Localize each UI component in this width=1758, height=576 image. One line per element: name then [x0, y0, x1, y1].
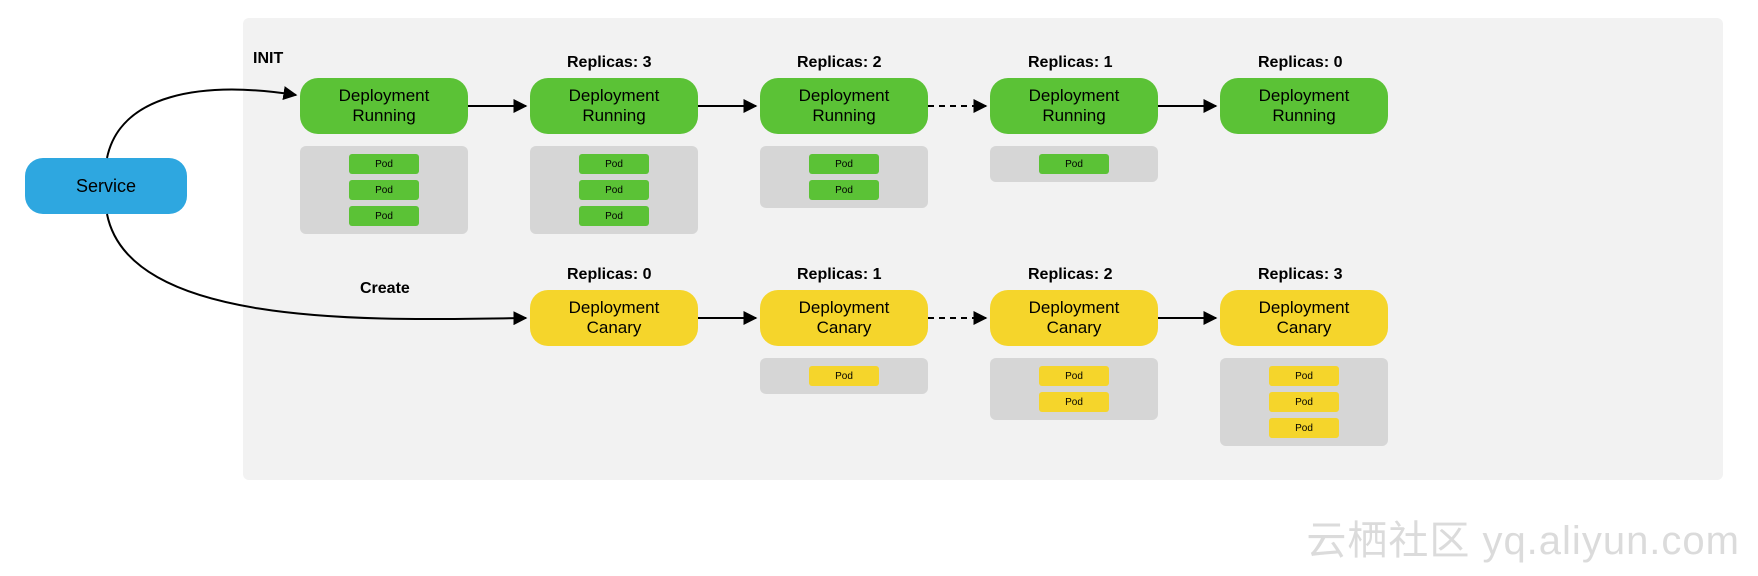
dep-sub: Running — [1042, 106, 1105, 126]
pod: Pod — [349, 206, 419, 226]
dep-title: Deployment — [569, 298, 660, 318]
dep-title: Deployment — [1029, 298, 1120, 318]
pod: Pod — [349, 154, 419, 174]
pod: Pod — [1269, 418, 1339, 438]
pods-canary-2: Pod Pod — [990, 358, 1158, 420]
pod: Pod — [579, 206, 649, 226]
bot-replicas-1: Replicas: 1 — [797, 266, 881, 284]
top-replicas-4: Replicas: 0 — [1258, 54, 1342, 72]
pod: Pod — [1039, 154, 1109, 174]
dep-running-2: Deployment Running — [760, 78, 928, 134]
dep-title: Deployment — [1259, 298, 1350, 318]
pod: Pod — [1269, 392, 1339, 412]
dep-running-3: Deployment Running — [990, 78, 1158, 134]
pod: Pod — [809, 154, 879, 174]
pods-running-0: Pod Pod Pod — [300, 146, 468, 234]
dep-title: Deployment — [1259, 86, 1350, 106]
pods-running-3: Pod — [990, 146, 1158, 182]
dep-title: Deployment — [799, 86, 890, 106]
dep-sub: Canary — [817, 318, 872, 338]
top-replicas-3: Replicas: 1 — [1028, 54, 1112, 72]
dep-sub: Running — [352, 106, 415, 126]
dep-running-0: Deployment Running — [300, 78, 468, 134]
pod: Pod — [1039, 366, 1109, 386]
pods-running-2: Pod Pod — [760, 146, 928, 208]
top-replicas-1: Replicas: 3 — [567, 54, 651, 72]
dep-sub: Running — [1272, 106, 1335, 126]
dep-sub: Running — [582, 106, 645, 126]
label-init: INIT — [253, 50, 283, 68]
dep-running-1: Deployment Running — [530, 78, 698, 134]
bot-replicas-3: Replicas: 3 — [1258, 266, 1342, 284]
pods-canary-1: Pod — [760, 358, 928, 394]
bot-replicas-2: Replicas: 2 — [1028, 266, 1112, 284]
pods-running-1: Pod Pod Pod — [530, 146, 698, 234]
dep-title: Deployment — [339, 86, 430, 106]
dep-running-4: Deployment Running — [1220, 78, 1388, 134]
service-node: Service — [25, 158, 187, 214]
dep-sub: Canary — [587, 318, 642, 338]
pod: Pod — [809, 366, 879, 386]
dep-title: Deployment — [569, 86, 660, 106]
dep-title: Deployment — [799, 298, 890, 318]
service-label: Service — [76, 176, 136, 197]
pod: Pod — [1269, 366, 1339, 386]
dep-sub: Canary — [1047, 318, 1102, 338]
pod: Pod — [579, 180, 649, 200]
pod: Pod — [809, 180, 879, 200]
dep-canary-3: Deployment Canary — [1220, 290, 1388, 346]
dep-canary-1: Deployment Canary — [760, 290, 928, 346]
dep-canary-0: Deployment Canary — [530, 290, 698, 346]
dep-canary-2: Deployment Canary — [990, 290, 1158, 346]
pods-canary-3: Pod Pod Pod — [1220, 358, 1388, 446]
dep-title: Deployment — [1029, 86, 1120, 106]
label-create: Create — [360, 280, 410, 298]
dep-sub: Canary — [1277, 318, 1332, 338]
bot-replicas-0: Replicas: 0 — [567, 266, 651, 284]
dep-sub: Running — [812, 106, 875, 126]
pod: Pod — [1039, 392, 1109, 412]
top-replicas-2: Replicas: 2 — [797, 54, 881, 72]
pod: Pod — [579, 154, 649, 174]
watermark: 云栖社区 yq.aliyun.com — [1306, 508, 1740, 566]
pod: Pod — [349, 180, 419, 200]
